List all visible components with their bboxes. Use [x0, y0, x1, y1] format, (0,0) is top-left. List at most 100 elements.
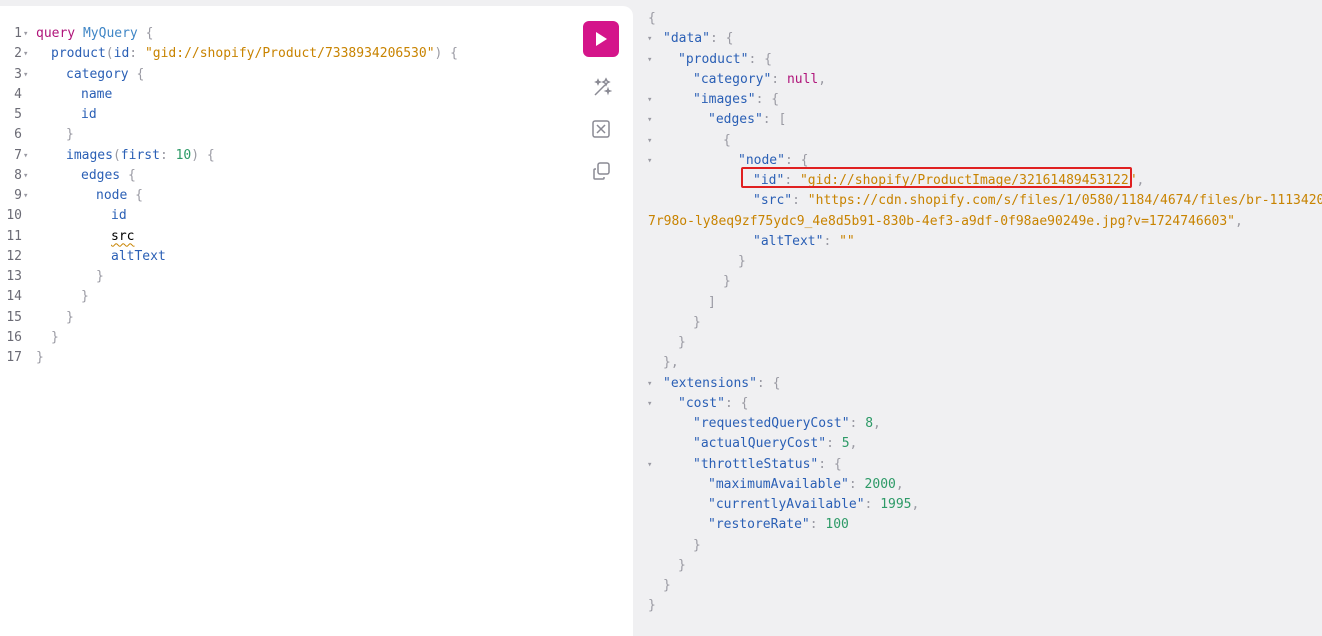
- json-line: 7r98o-ly8eq9zf75ydc9_4e8d5b91-830b-4ef3-…: [634, 212, 1322, 232]
- json-content: "actualQueryCost": 5,: [693, 434, 857, 454]
- code-line[interactable]: 17}: [0, 348, 580, 368]
- fold-arrow-icon[interactable]: ▾: [647, 29, 652, 49]
- code-token: {: [120, 167, 136, 183]
- fold-arrow-icon[interactable]: ▾: [647, 151, 652, 171]
- code-token: }: [66, 127, 74, 143]
- code-token: {: [128, 66, 145, 82]
- json-content: "category": null,: [693, 70, 826, 90]
- editor-toolbar: [583, 21, 619, 183]
- code-line[interactable]: 13}: [0, 267, 580, 287]
- json-content: }: [723, 272, 731, 292]
- query-editor[interactable]: 1▾ query MyQuery {2▾ product(id: "gid://sh…: [0, 24, 580, 368]
- code-line[interactable]: 5 id: [0, 105, 580, 125]
- line-number: 8: [14, 167, 22, 183]
- fold-arrow-icon[interactable]: ▾: [647, 90, 652, 110]
- json-content: }: [693, 536, 701, 556]
- code-token: id: [111, 208, 127, 224]
- fold-arrow-icon[interactable]: ▾: [647, 374, 652, 394]
- json-line: "src": "https://cdn.shopify.com/s/files/…: [634, 191, 1322, 211]
- code-token: },: [663, 355, 679, 371]
- code-token: category: [66, 66, 129, 82]
- code-token: 2000: [864, 476, 896, 492]
- code-token: }: [36, 350, 44, 365]
- code-token: ,: [895, 476, 904, 492]
- code-line[interactable]: 14}: [0, 287, 580, 307]
- fold-arrow-icon[interactable]: ▾: [647, 110, 652, 130]
- code-line[interactable]: 16}: [0, 328, 580, 348]
- json-content: "src": "https://cdn.shopify.com/s/files/…: [753, 191, 1322, 211]
- code-token: : {: [748, 51, 772, 67]
- code-token: src: [111, 228, 135, 244]
- code-line[interactable]: 1▾ query MyQuery {: [0, 24, 580, 44]
- code-token: ,: [911, 497, 920, 512]
- fold-arrow-icon[interactable]: ▾: [647, 131, 652, 151]
- line-number: 3: [14, 66, 22, 82]
- code-content: images(first: 10) {: [36, 148, 215, 163]
- code-line[interactable]: 8▾ edges {: [0, 166, 580, 186]
- run-query-button[interactable]: [583, 21, 619, 57]
- json-content: {: [723, 131, 731, 151]
- line-number: 17: [6, 350, 22, 365]
- code-token: }: [648, 598, 656, 614]
- code-content: category {: [36, 67, 144, 82]
- code-line[interactable]: 12 altText: [0, 247, 580, 267]
- fold-arrow-icon[interactable]: ▾: [22, 146, 36, 166]
- result-viewer-pane[interactable]: {▾ "data": {▾ "product": {"category": null…: [634, 0, 1322, 630]
- code-token: 8: [865, 416, 874, 431]
- fold-arrow-icon[interactable]: ▾: [22, 24, 36, 44]
- json-content: },: [663, 353, 679, 373]
- code-line[interactable]: 6}: [0, 125, 580, 145]
- code-line[interactable]: 10 id: [0, 206, 580, 226]
- code-content: name: [36, 87, 112, 102]
- fold-arrow-icon[interactable]: ▾: [22, 166, 36, 186]
- code-token: }: [693, 537, 701, 553]
- line-number: 16: [6, 329, 22, 345]
- code-token: :: [848, 476, 865, 492]
- code-token: product: [51, 46, 106, 62]
- fold-arrow-icon[interactable]: ▾: [647, 455, 652, 475]
- fold-arrow-icon[interactable]: ▾: [22, 65, 36, 85]
- code-token: "requestedQueryCost": [693, 416, 850, 431]
- code-line[interactable]: 15}: [0, 308, 580, 328]
- copy-query-button[interactable]: [583, 159, 619, 183]
- line-number: 7: [14, 147, 22, 163]
- code-token: (: [105, 46, 114, 62]
- copy-icon: [593, 162, 610, 180]
- code-token: node: [96, 188, 128, 203]
- code-line[interactable]: 11 src: [0, 227, 580, 247]
- code-token: "altText": [753, 233, 824, 249]
- code-token: :: [864, 497, 881, 512]
- line-number: 2: [14, 46, 22, 62]
- code-token: :: [809, 517, 826, 533]
- fold-arrow-icon[interactable]: ▾: [647, 50, 652, 70]
- prettify-button[interactable]: [583, 75, 619, 99]
- json-line: ]: [634, 293, 1322, 313]
- code-token: "maximumAvailable": [708, 476, 849, 492]
- json-content: "requestedQueryCost": 8,: [693, 414, 881, 434]
- code-line[interactable]: 2▾ product(id: "gid://shopify/Product/733…: [0, 44, 580, 64]
- magic-wand-icon: [594, 77, 612, 96]
- json-content: }: [663, 576, 671, 596]
- code-token: "data": [663, 31, 710, 47]
- fold-arrow-icon[interactable]: ▾: [647, 394, 652, 414]
- code-token: {: [137, 26, 154, 41]
- json-line: ▾{: [634, 131, 1322, 151]
- code-line[interactable]: 4 name: [0, 85, 580, 105]
- code-token: ,: [1235, 213, 1243, 229]
- code-content: }: [36, 350, 44, 365]
- query-editor-pane[interactable]: 1▾ query MyQuery {2▾ product(id: "gid://sh…: [0, 6, 633, 636]
- code-token: : [: [762, 112, 787, 128]
- fold-arrow-icon[interactable]: ▾: [22, 44, 36, 64]
- code-line[interactable]: 9▾ node {: [0, 186, 580, 206]
- code-token: :: [159, 147, 176, 163]
- json-line: }: [634, 536, 1322, 556]
- code-line[interactable]: 3▾ category {: [0, 65, 580, 85]
- code-line[interactable]: 7▾ images(first: 10) {: [0, 146, 580, 166]
- code-token: }: [678, 557, 686, 573]
- fold-arrow-icon[interactable]: ▾: [22, 186, 36, 206]
- merge-fragments-button[interactable]: [583, 117, 619, 141]
- code-token: "gid://shopify/Product/7338934206530": [144, 46, 435, 62]
- code-token: :: [792, 193, 808, 209]
- json-content: "altText": "": [753, 232, 855, 252]
